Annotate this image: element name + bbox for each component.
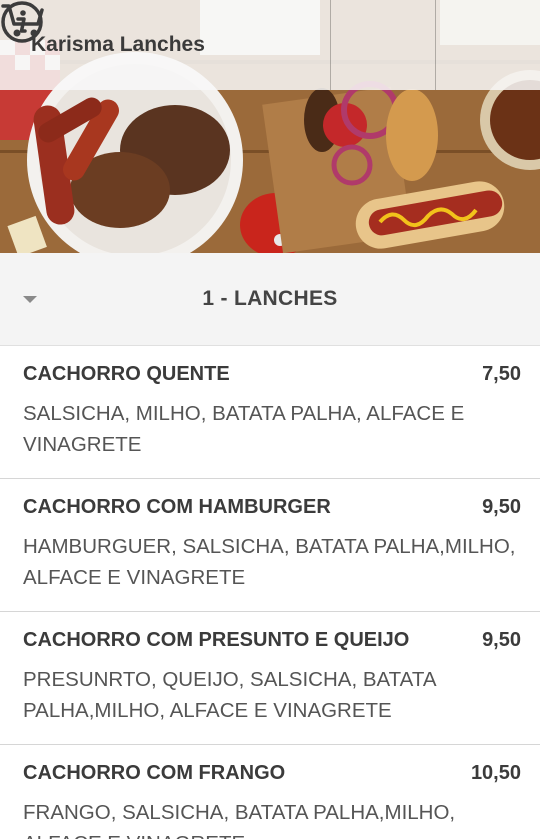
item-name: CACHORRO QUENTE bbox=[23, 363, 230, 385]
shopping-cart-icon bbox=[1, 4, 44, 37]
item-name: CACHORRO COM HAMBURGER bbox=[23, 496, 331, 518]
menu-item[interactable]: CACHORRO COM HAMBURGER 9,50 HAMBURGUER, … bbox=[0, 479, 540, 612]
hero-banner-image: Karisma Lanches bbox=[0, 0, 540, 253]
app-title: Karisma Lanches bbox=[31, 33, 205, 56]
menu-item[interactable]: CACHORRO COM FRANGO 10,50 FRANGO, SALSIC… bbox=[0, 745, 540, 839]
app-root: Karisma Lanches 1 - LANCHES CACHORRO QUE… bbox=[0, 0, 540, 839]
item-description: PRESUNRTO, QUEIJO, SALSICHA, BATATA PALH… bbox=[23, 668, 436, 722]
item-price: 10,50 bbox=[470, 762, 521, 784]
item-price: 7,50 bbox=[482, 363, 521, 385]
category-header[interactable]: 1 - LANCHES bbox=[0, 253, 540, 346]
item-price: 9,50 bbox=[482, 496, 521, 518]
caret-down-icon bbox=[23, 296, 37, 303]
category-title: 1 - LANCHES bbox=[202, 287, 338, 310]
menu-item[interactable]: CACHORRO COM PRESUNTO E QUEIJO 9,50 PRES… bbox=[0, 612, 540, 745]
item-description: FRANGO, SALSICHA, BATATA PALHA,MILHO, AL… bbox=[23, 801, 456, 839]
item-description: HAMBURGUER, SALSICHA, BATATA PALHA,MILHO… bbox=[23, 535, 516, 589]
cart-button[interactable] bbox=[1, 0, 540, 90]
item-name: CACHORRO COM PRESUNTO E QUEIJO bbox=[23, 629, 410, 651]
app-header: Karisma Lanches bbox=[0, 0, 540, 90]
item-name: CACHORRO COM FRANGO bbox=[23, 762, 286, 784]
item-price: 9,50 bbox=[482, 629, 521, 651]
item-description: SALSICHA, MILHO, BATATA PALHA, ALFACE E … bbox=[23, 402, 465, 456]
menu-item[interactable]: CACHORRO QUENTE 7,50 SALSICHA, MILHO, BA… bbox=[0, 346, 540, 479]
menu-item-list: CACHORRO QUENTE 7,50 SALSICHA, MILHO, BA… bbox=[0, 346, 540, 839]
info-button[interactable] bbox=[1, 0, 435, 90]
